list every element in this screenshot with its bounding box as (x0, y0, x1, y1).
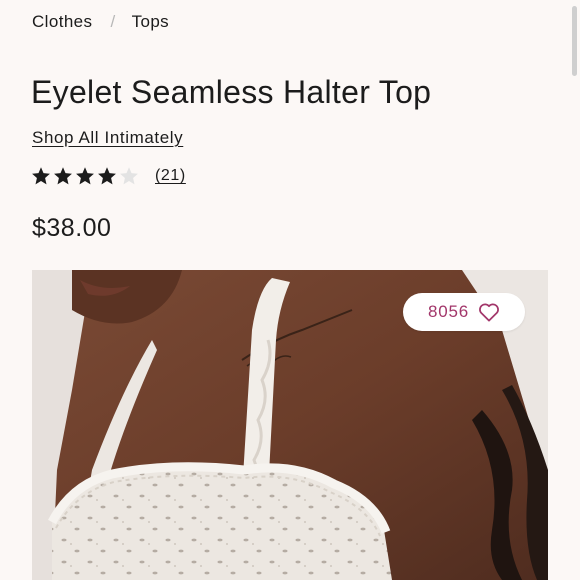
breadcrumb-link-clothes[interactable]: Clothes (32, 12, 92, 32)
scrollbar[interactable] (572, 6, 577, 76)
product-price: $38.00 (32, 214, 112, 242)
breadcrumb-link-tops[interactable]: Tops (132, 12, 170, 32)
star-empty-icon (120, 167, 138, 185)
breadcrumb: Clothes / Tops (32, 12, 169, 32)
shop-brand-link[interactable]: Shop All Intimately (32, 128, 183, 148)
star-full-icon (76, 167, 94, 185)
like-count: 8056 (427, 302, 470, 321)
product-rating[interactable]: (21) (31, 166, 186, 186)
review-count-link[interactable]: (21) (155, 167, 186, 185)
rating-stars (31, 166, 141, 186)
like-button[interactable]: 8056 (403, 293, 525, 331)
star-full-icon (54, 167, 72, 185)
star-full-icon (98, 167, 116, 185)
star-full-icon (32, 167, 50, 185)
breadcrumb-separator: / (110, 12, 116, 31)
heart-outline-icon (479, 303, 499, 322)
product-title: Eyelet Seamless Halter Top (31, 74, 432, 110)
